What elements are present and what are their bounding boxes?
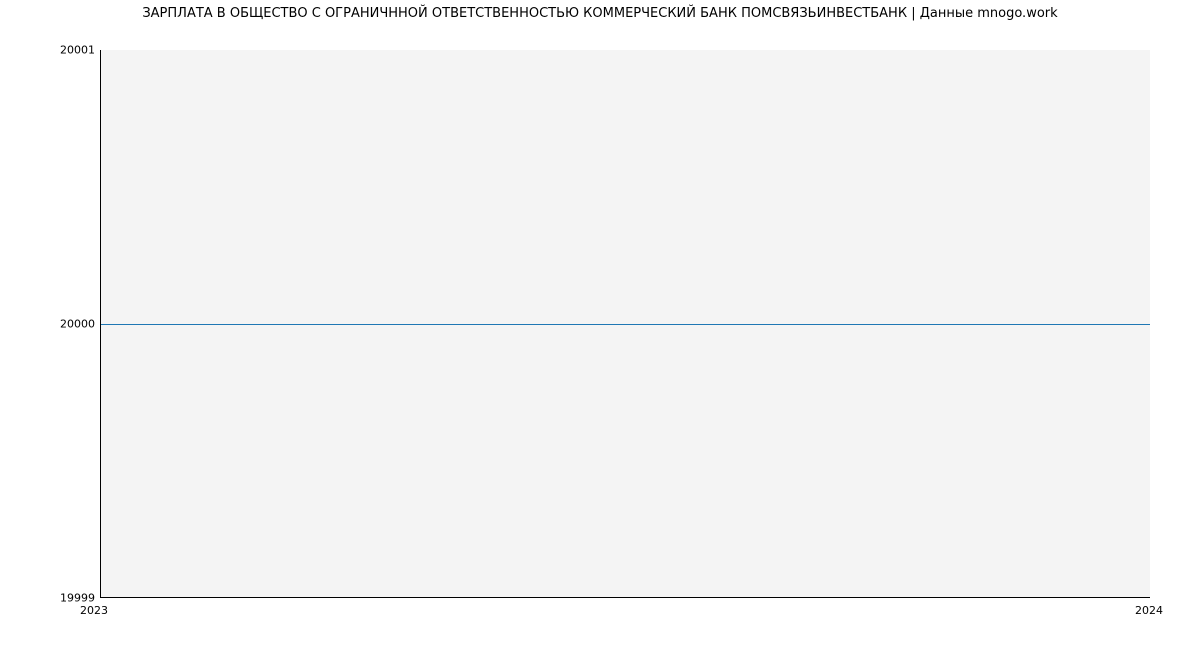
y-tick-label: 19999 bbox=[35, 592, 95, 605]
x-tick-label: 2023 bbox=[80, 604, 108, 617]
y-tick-label: 20001 bbox=[35, 44, 95, 57]
chart-title: ЗАРПЛАТА В ОБЩЕСТВО С ОГРАНИЧННОЙ ОТВЕТС… bbox=[0, 6, 1200, 21]
x-tick-label: 2024 bbox=[1135, 604, 1163, 617]
y-tick-label: 20000 bbox=[35, 318, 95, 331]
chart-container: ЗАРПЛАТА В ОБЩЕСТВО С ОГРАНИЧННОЙ ОТВЕТС… bbox=[0, 0, 1200, 650]
plot-area bbox=[100, 50, 1150, 598]
data-line bbox=[101, 324, 1150, 325]
